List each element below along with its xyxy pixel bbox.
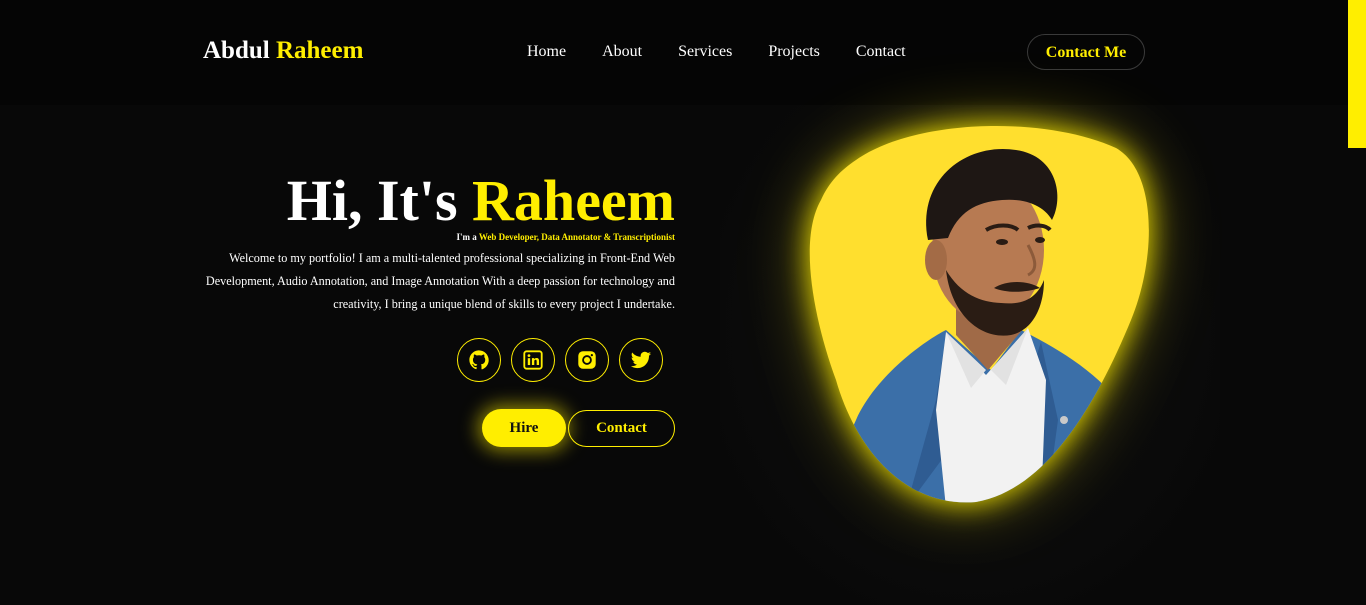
nav-services[interactable]: Services — [678, 41, 732, 63]
twitter-icon — [630, 351, 652, 369]
nav-contact[interactable]: Contact — [856, 41, 906, 63]
linkedin-link[interactable] — [511, 338, 555, 382]
profile-photo — [796, 120, 1154, 508]
social-links — [457, 338, 663, 382]
nav-about[interactable]: About — [602, 41, 642, 63]
site-header: Abdul Raheem Home About Services Project… — [0, 0, 1366, 105]
hero-title: Hi, It's Raheem — [200, 165, 675, 237]
logo[interactable]: Abdul Raheem — [203, 36, 363, 66]
scroll-indicator[interactable] — [1348, 0, 1366, 148]
role-prefix: I'm a — [456, 232, 477, 242]
portfolio-page: Abdul Raheem Home About Services Project… — [0, 0, 1366, 605]
hero-title-prefix: Hi, It's — [286, 168, 458, 233]
role-text: Web Developer, Data Annotator & Transcri… — [478, 232, 675, 242]
github-link[interactable] — [457, 338, 501, 382]
contact-me-button[interactable]: Contact Me — [1027, 34, 1145, 70]
profile-photo-illustration — [809, 126, 1149, 503]
twitter-link[interactable] — [619, 338, 663, 382]
github-icon — [469, 350, 489, 370]
hero-title-name: Raheem — [472, 168, 675, 233]
linkedin-icon — [523, 350, 543, 370]
intro-paragraph: Welcome to my portfolio! I am a multi-ta… — [205, 251, 675, 311]
hero-text: Hi, It's Raheem I'm a Web Developer, Dat… — [200, 165, 675, 316]
instagram-link[interactable] — [565, 338, 609, 382]
main-nav: Home About Services Projects Contact — [527, 41, 942, 63]
nav-projects[interactable]: Projects — [768, 41, 820, 63]
nav-home[interactable]: Home — [527, 41, 566, 63]
hire-button[interactable]: Hire — [482, 409, 566, 447]
contact-button[interactable]: Contact — [568, 410, 675, 447]
logo-first-name: Abdul — [203, 37, 270, 64]
instagram-icon — [578, 351, 596, 369]
logo-last-name: Raheem — [275, 37, 364, 64]
